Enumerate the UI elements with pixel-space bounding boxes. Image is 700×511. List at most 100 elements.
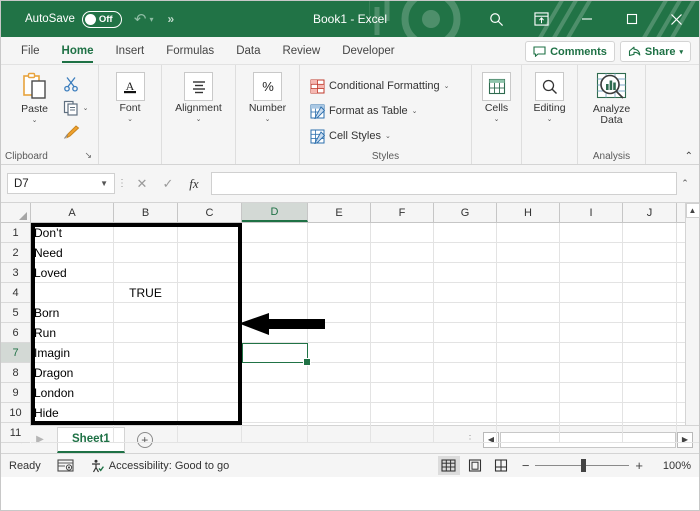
cell-A10[interactable]: Hide [31,403,114,422]
formula-input[interactable] [211,172,677,195]
cell-I2[interactable] [560,243,623,262]
cell-J10[interactable] [623,403,677,422]
format-as-table-button[interactable]: Format as Table ⌄ [308,100,465,122]
cell-D5[interactable] [242,303,308,322]
copy-button[interactable]: ⌄ [61,97,91,119]
cell-F8[interactable] [371,363,434,382]
cell-B5[interactable] [114,303,178,322]
cell-C5[interactable] [178,303,242,322]
zoom-slider-track[interactable] [535,458,630,472]
cell-F10[interactable] [371,403,434,422]
cell-D1[interactable] [242,223,308,242]
ribbon-display-options-icon[interactable] [519,1,564,37]
cell-C7[interactable] [178,343,242,362]
name-box[interactable]: D7 ▼ [7,173,115,194]
column-header-H[interactable]: H [497,203,560,222]
confirm-entry-icon[interactable]: ✓ [155,176,181,192]
cell-C1[interactable] [178,223,242,242]
cell-H1[interactable] [497,223,560,242]
clipboard-dialog-launcher[interactable]: ↘ [84,150,92,161]
copy-caret-icon[interactable]: ⌄ [83,104,89,112]
cell-A9[interactable]: London [31,383,114,402]
zoom-out-icon[interactable]: − [522,458,530,473]
tab-review[interactable]: Review [271,38,331,64]
cell-G7[interactable] [434,343,497,362]
name-box-caret-icon[interactable]: ▼ [100,179,108,188]
cell-G2[interactable] [434,243,497,262]
format-painter-button[interactable] [61,121,91,143]
analyze-data-button[interactable]: Analyze Data [582,69,642,126]
cell-E11[interactable] [308,423,371,442]
cell-E2[interactable] [308,243,371,262]
cell-B4[interactable]: TRUE [114,283,178,302]
cancel-entry-icon[interactable]: ✕ [129,176,155,192]
row-header-6[interactable]: 6 [1,323,30,343]
cell-J11[interactable] [623,423,677,442]
cell-I8[interactable] [560,363,623,382]
page-layout-view-icon[interactable] [464,456,486,475]
cell-C3[interactable] [178,263,242,282]
cell-B10[interactable] [114,403,178,422]
cell-G10[interactable] [434,403,497,422]
column-header-B[interactable]: B [114,203,178,222]
cell-B11[interactable] [114,423,178,442]
row-header-2[interactable]: 2 [1,243,30,263]
zoom-in-icon[interactable]: + [635,458,643,473]
cell-J8[interactable] [623,363,677,382]
minimize-icon[interactable] [564,1,609,37]
column-header-F[interactable]: F [371,203,434,222]
cell-I1[interactable] [560,223,623,242]
select-all-corner[interactable] [1,203,31,222]
row-header-11[interactable]: 11 [1,423,30,443]
cell-A11[interactable] [31,423,114,442]
cell-G4[interactable] [434,283,497,302]
column-header-C[interactable]: C [178,203,242,222]
record-macro-button[interactable] [57,459,74,472]
share-button[interactable]: Share ▾ [619,41,691,62]
cell-C11[interactable] [178,423,242,442]
cell-A6[interactable]: Run [31,323,114,342]
cell-G6[interactable] [434,323,497,342]
cell-E3[interactable] [308,263,371,282]
cell-J4[interactable] [623,283,677,302]
cell-F1[interactable] [371,223,434,242]
font-caret-icon[interactable]: ⌄ [127,115,133,123]
cell-F6[interactable] [371,323,434,342]
cell-I5[interactable] [560,303,623,322]
editing-button[interactable]: Editing ⌄ [525,69,575,123]
format-as-table-caret-icon[interactable]: ⌄ [412,107,418,115]
cell-styles-button[interactable]: Cell Styles ⌄ [308,125,465,147]
cell-A4[interactable] [31,283,114,302]
cell-E5[interactable] [308,303,371,322]
cell-H10[interactable] [497,403,560,422]
cell-D10[interactable] [242,403,308,422]
cell-B9[interactable] [114,383,178,402]
cell-H6[interactable] [497,323,560,342]
cell-B1[interactable] [114,223,178,242]
cell-I11[interactable] [560,423,623,442]
row-header-1[interactable]: 1 [1,223,30,243]
cell-G3[interactable] [434,263,497,282]
number-caret-icon[interactable]: ⌄ [265,115,271,123]
cell-B3[interactable] [114,263,178,282]
cell-I7[interactable] [560,343,623,362]
column-header-A[interactable]: A [31,203,114,222]
cell-A3[interactable]: Loved [31,263,114,282]
cell-F5[interactable] [371,303,434,322]
cell-E7[interactable] [308,343,371,362]
cell-F3[interactable] [371,263,434,282]
cell-A1[interactable]: Don’t [31,223,114,242]
cell-G1[interactable] [434,223,497,242]
cell-F2[interactable] [371,243,434,262]
cell-I9[interactable] [560,383,623,402]
maximize-icon[interactable] [609,1,654,37]
close-icon[interactable] [654,1,699,37]
cell-D4[interactable] [242,283,308,302]
cell-A8[interactable]: Dragon [31,363,114,382]
tab-data[interactable]: Data [225,38,271,64]
cell-J2[interactable] [623,243,677,262]
vertical-scrollbar[interactable]: ▲ [685,203,700,425]
cell-J6[interactable] [623,323,677,342]
cell-C4[interactable] [178,283,242,302]
tab-home[interactable]: Home [51,38,105,64]
